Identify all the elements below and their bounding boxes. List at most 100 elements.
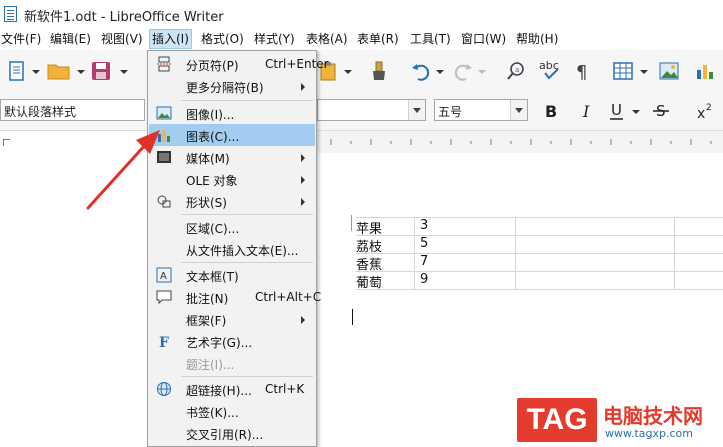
menu-item-label: 分页符(P) [186, 59, 239, 73]
menu-item-frame[interactable]: 框架(F) [149, 308, 315, 330]
menu-item-label: 图表(C)... [186, 130, 240, 144]
font-name-combo[interactable] [317, 99, 426, 121]
menu-edit[interactable]: 编辑(E) [50, 31, 91, 47]
menu-item-ole-object[interactable]: OLE 对象 [149, 168, 315, 190]
menu-item-cross-reference[interactable]: 交叉引用(R)... [149, 422, 315, 444]
paste-dropdown-caret[interactable] [344, 70, 352, 74]
table-grid-line [674, 217, 675, 289]
horizontal-ruler[interactable] [317, 131, 723, 153]
menu-view[interactable]: 视图(V) [101, 31, 143, 47]
table-cell[interactable]: 荔枝 [356, 236, 382, 255]
table-cell[interactable]: 葡萄 [356, 272, 382, 291]
undo-dropdown-caret[interactable] [436, 70, 444, 74]
table-cell[interactable]: 3 [420, 218, 428, 233]
open-folder-icon[interactable] [46, 60, 72, 82]
menu-item-image[interactable]: 图像(I)... [149, 102, 315, 124]
insert-table-icon[interactable] [612, 60, 634, 82]
writer-app-icon [4, 6, 17, 22]
table-cell[interactable]: 苹果 [356, 218, 382, 237]
svg-text:x: x [697, 106, 705, 122]
menu-item-bookmark[interactable]: 书签(K)... [149, 400, 315, 422]
italic-icon[interactable]: I [576, 100, 598, 122]
menu-item-section[interactable]: 区域(C)... [149, 216, 315, 238]
menu-item-caption: 题注(I)... [149, 352, 315, 374]
menu-table[interactable]: 表格(A) [306, 31, 348, 47]
svg-text:a: a [515, 66, 519, 74]
find-replace-icon[interactable]: a [505, 60, 527, 82]
menu-tools[interactable]: 工具(T) [410, 31, 451, 47]
spelling-icon[interactable]: abc [538, 58, 564, 82]
redo-icon [454, 64, 472, 81]
menu-item-label: 批注(N) [186, 292, 229, 306]
insert-image-icon[interactable] [658, 60, 680, 82]
font-size-dropdown-button[interactable] [510, 100, 527, 120]
submenu-arrow-icon [301, 316, 305, 324]
save-dropdown-caret[interactable] [120, 70, 128, 74]
underline-dropdown-caret[interactable] [632, 110, 640, 114]
font-size-value: 五号 [438, 105, 463, 119]
save-icon[interactable] [90, 60, 112, 82]
menu-item-page-break[interactable]: 分页符(P) Ctrl+Enter [149, 53, 329, 75]
menu-form[interactable]: 表单(R) [357, 31, 399, 47]
table-grid-line [356, 217, 723, 218]
menu-item-label: 超链接(H)... [186, 384, 252, 398]
page-break-icon [157, 56, 171, 72]
clone-formatting-icon[interactable] [368, 60, 390, 82]
watermark-logo: TAG [517, 398, 597, 442]
menu-item-chart[interactable]: 图表(C)... [149, 124, 315, 146]
menu-window[interactable]: 窗口(W) [461, 31, 506, 47]
menu-item-label: 形状(S) [186, 196, 227, 210]
comment-icon [156, 290, 172, 305]
table-cell[interactable]: 5 [420, 236, 428, 251]
watermark-site-name: 电脑技术网 [603, 404, 703, 428]
table-grid-line [414, 217, 415, 289]
menu-insert[interactable]: 插入(I) [149, 29, 192, 49]
menu-item-media[interactable]: 媒体(M) [149, 146, 315, 168]
formatting-marks-icon[interactable]: ¶ [572, 60, 594, 82]
submenu-arrow-icon [301, 198, 305, 206]
bold-icon[interactable]: B [540, 100, 562, 122]
font-name-dropdown-button[interactable] [408, 100, 425, 120]
hyperlink-globe-icon [157, 382, 171, 396]
font-size-combo[interactable]: 五号 [434, 99, 528, 121]
table-grid-line [356, 235, 723, 236]
table-corner-mark [351, 215, 353, 231]
table-cell[interactable]: 香蕉 [356, 254, 382, 273]
site-watermark: TAG 电脑技术网 www.tagxp.com [513, 396, 723, 447]
menu-item-comment[interactable]: 批注(N) Ctrl+Alt+C [149, 286, 321, 308]
menu-item-label: 交叉引用(R)... [186, 428, 264, 442]
insert-chart-icon[interactable] [694, 60, 716, 82]
table-dropdown-caret[interactable] [640, 70, 648, 74]
menu-item-label: 书签(K)... [186, 406, 239, 420]
menu-item-shortcut: Ctrl+Alt+C [255, 290, 322, 304]
menu-separator [181, 262, 313, 263]
table-grid-line [356, 271, 723, 272]
superscript-icon[interactable]: x 2 [694, 100, 716, 122]
menu-item-text-box[interactable]: A 文本框(T) [149, 264, 315, 286]
undo-icon[interactable] [410, 60, 432, 82]
menu-item-hyperlink[interactable]: 超链接(H)... Ctrl+K [149, 378, 315, 400]
insert-menu-dropdown: 分页符(P) Ctrl+Enter 更多分隔符(B) 图像(I)... 图表(C… [147, 50, 329, 447]
watermark-url: www.tagxp.com [605, 427, 693, 440]
menu-styles[interactable]: 样式(Y) [254, 31, 295, 47]
strikethrough-icon[interactable]: S [650, 100, 672, 122]
table-cell[interactable]: 7 [420, 254, 428, 269]
menu-item-label: 框架(F) [186, 314, 227, 328]
menu-item-label: 区域(C)... [186, 222, 240, 236]
svg-text:¶: ¶ [576, 62, 587, 82]
open-dropdown-caret[interactable] [77, 70, 85, 74]
menu-file[interactable]: 文件(F) [1, 31, 41, 47]
menu-separator [181, 214, 313, 215]
underline-icon[interactable]: U [606, 100, 628, 122]
new-dropdown-caret[interactable] [32, 70, 40, 74]
menu-item-label: 文本框(T) [186, 270, 239, 284]
menu-format[interactable]: 格式(O) [201, 31, 244, 47]
menu-item-more-breaks[interactable]: 更多分隔符(B) [149, 75, 315, 97]
menu-help[interactable]: 帮助(H) [516, 31, 558, 47]
menu-item-text-from-file[interactable]: 从文件插入文本(E)... [149, 238, 315, 260]
menu-item-shape[interactable]: 形状(S) [149, 190, 315, 212]
paragraph-style-combo[interactable]: 默认段落样式 [0, 99, 145, 121]
menu-item-fontwork[interactable]: F 艺术字(G)... [149, 330, 315, 352]
table-cell[interactable]: 9 [420, 272, 428, 287]
new-document-icon[interactable] [6, 60, 28, 82]
